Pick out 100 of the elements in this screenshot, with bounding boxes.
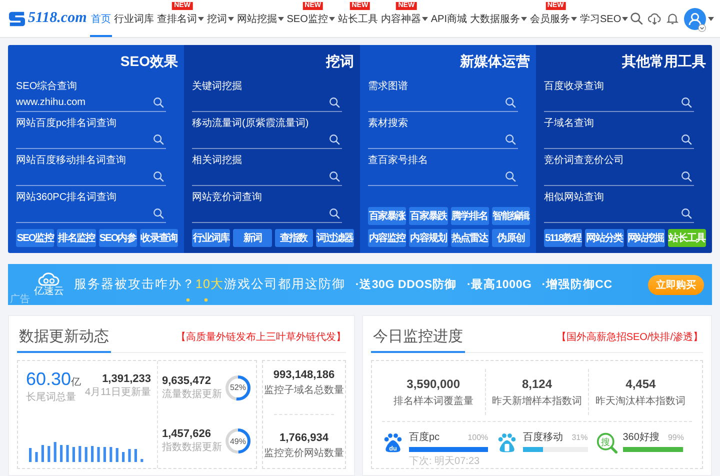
logo-icon[interactable] [8,10,26,26]
tool-button[interactable]: 网站挖掘 [626,229,665,247]
tool-button[interactable]: 排名监控 [57,229,96,247]
nav-link[interactable]: 大数据服务 [469,10,528,26]
nav-link[interactable]: 首页 [90,10,112,26]
next-run-note: 下次: 明天07:23 [409,455,480,468]
nav-link[interactable]: 内容神器 [380,10,429,26]
stat-label: 排名样本词覆盖量 [393,394,474,408]
promo-link[interactable]: 【高质量外链发布上三叶草外链代发】 [176,330,346,344]
stat-value: 1,391,233 [102,373,151,385]
stat-label: 监控竞价网站数量 [264,446,344,460]
field-label: 网站百度移动排名词查询 [16,154,126,167]
stat-value: 4,454 [626,376,656,390]
nav-link[interactable]: SEO监控 [286,10,336,26]
search-icon[interactable] [681,208,692,219]
field-label: SEO综合查询 [16,80,78,93]
banner-feature: ·最高1000G [467,277,532,292]
search-icon[interactable] [329,208,340,219]
tool-button[interactable]: SEO监控 [16,229,54,247]
caret-icon [708,16,714,20]
tool-button[interactable]: 查指数 [274,229,313,247]
stat-label: 4月11日更新量 [85,386,151,399]
tool-button[interactable]: 行业词库 [192,229,230,247]
search-icon[interactable] [505,134,516,145]
tool-button[interactable]: 网站分类 [585,229,624,247]
search-icon[interactable] [681,134,692,145]
search-icon[interactable] [329,97,340,108]
tool-button[interactable]: 腾学排名 [450,207,489,225]
logo-text[interactable]: 5118.com [28,10,87,27]
nav-link[interactable]: API商城 [430,10,468,26]
nav-link[interactable]: 查排名词 [156,10,205,26]
ring-reading: 49% [228,436,247,448]
tool-button[interactable]: 百家暴跌 [409,207,448,225]
promo-link[interactable]: 【国外高薪急招SEO/快排/渗透】 [556,330,703,344]
search-icon[interactable] [505,97,516,108]
tool-button[interactable]: 伪原创 [492,229,530,247]
nav-link[interactable]: 行业词库 [112,10,155,26]
field-label: 网站百度pc排名词查询 [16,117,117,130]
total-value: 60.30亿 [26,369,82,390]
stat-value: 8,124 [522,376,552,390]
field-label: 需求图谱 [368,80,408,93]
engine-name: 百度移动 [523,430,564,444]
search-icon[interactable] [329,171,340,182]
tool-button[interactable]: 5118教程 [544,229,582,247]
field-label: 素材搜索 [368,117,408,130]
ad-banner[interactable]: 亿速云 广告 服务器被攻击咋办？10大游戏公司都用这防御 ·送30G DDOS防御 ·最高1000G ·增强防御CC 立即购买 [8,264,712,305]
cloud-logo-icon [38,272,60,286]
engine-percent: 31% [572,433,588,442]
stat-label: 昨天淘汰样本指数词 [596,394,686,408]
engine-percent: 99% [668,433,684,442]
stat-label: 长尾词总量 [26,390,77,404]
active-indicator [90,35,112,37]
tool-button[interactable]: 内容监控 [368,229,406,247]
tool-button[interactable]: 智能编辑 [492,207,530,225]
nav-link[interactable]: 学习SEO [579,10,630,26]
engine-percent: 100% [468,433,488,442]
banner-headline: 服务器被攻击咋办？10大游戏公司都用这防御 [74,276,346,293]
search-icon[interactable] [153,134,164,145]
field-label: 子域名查询 [544,117,594,130]
ring-reading: 52% [228,382,247,394]
tool-button[interactable]: SEO内参 [98,229,137,247]
cloud-download-icon[interactable] [648,12,661,25]
card-title: 今日监控进度 [371,327,465,353]
field-label: 关键词挖掘 [192,80,242,93]
search-icon[interactable] [681,171,692,182]
tool-button[interactable]: 热点雷达 [450,229,489,247]
field-label: 网站360PC排名词查询 [16,191,117,204]
field-label: 移动流量词(原紫霞流量词) [192,117,309,130]
brand-name: 亿速云 [34,286,64,297]
stat-label: 监控子域名总数量 [264,384,344,398]
nav-link[interactable]: 站长工具 [336,10,379,26]
search-icon[interactable] [153,208,164,219]
search-icon[interactable] [153,171,164,182]
panel-title: 挖词 [324,53,354,71]
input-field[interactable]: www.zhihu.com [16,93,166,112]
field-label: 网站竞价词查询 [192,191,262,204]
field-label: 百度收录查询 [544,80,604,93]
tool-button[interactable]: 新词 [233,229,272,247]
panel-title: SEO效果 [119,53,178,71]
nav-link[interactable]: 挖词 [206,10,235,26]
tool-button[interactable]: 站长工具 [668,229,706,247]
tool-button[interactable]: 收录查询 [140,229,178,247]
search-icon[interactable] [329,134,340,145]
paw-phone-icon [496,432,518,454]
tool-button[interactable]: 百家暴涨 [368,207,406,225]
search-icon[interactable] [681,97,692,108]
banner-feature: ·增强防御CC [542,277,612,292]
search-icon[interactable] [153,97,164,108]
search-icon[interactable] [630,12,643,25]
tool-button[interactable]: 内容规划 [409,229,448,247]
nav-link[interactable]: 网站挖掘 [236,10,285,26]
nav-link[interactable]: 会员服务 [529,10,578,26]
tool-button[interactable]: 词过滤器 [316,229,354,247]
field-label: 查百家号排名 [368,154,428,167]
search-icon[interactable] [505,171,516,182]
panel-title: 其他常用工具 [621,53,706,71]
panel-title: 新媒体运营 [459,53,530,71]
avatar-icon[interactable] [684,8,706,30]
bell-icon[interactable] [666,12,679,25]
card-title: 数据更新动态 [17,327,111,353]
